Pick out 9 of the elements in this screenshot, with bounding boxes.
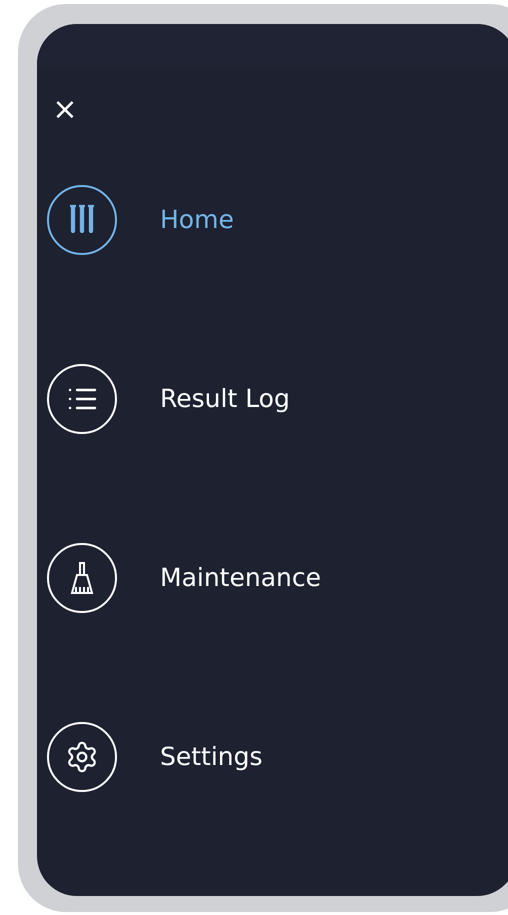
menu-item[interactable]: Home xyxy=(47,185,508,255)
menu-item[interactable]: Maintenance xyxy=(47,543,508,613)
close-button[interactable]: × xyxy=(52,95,78,125)
test-tubes-icon xyxy=(67,204,97,236)
broom-icon xyxy=(69,561,95,595)
gear-icon xyxy=(65,740,99,774)
list-icon xyxy=(67,387,97,411)
menu-item[interactable]: Result Log xyxy=(47,364,508,434)
menu-item[interactable]: Settings xyxy=(47,722,508,792)
